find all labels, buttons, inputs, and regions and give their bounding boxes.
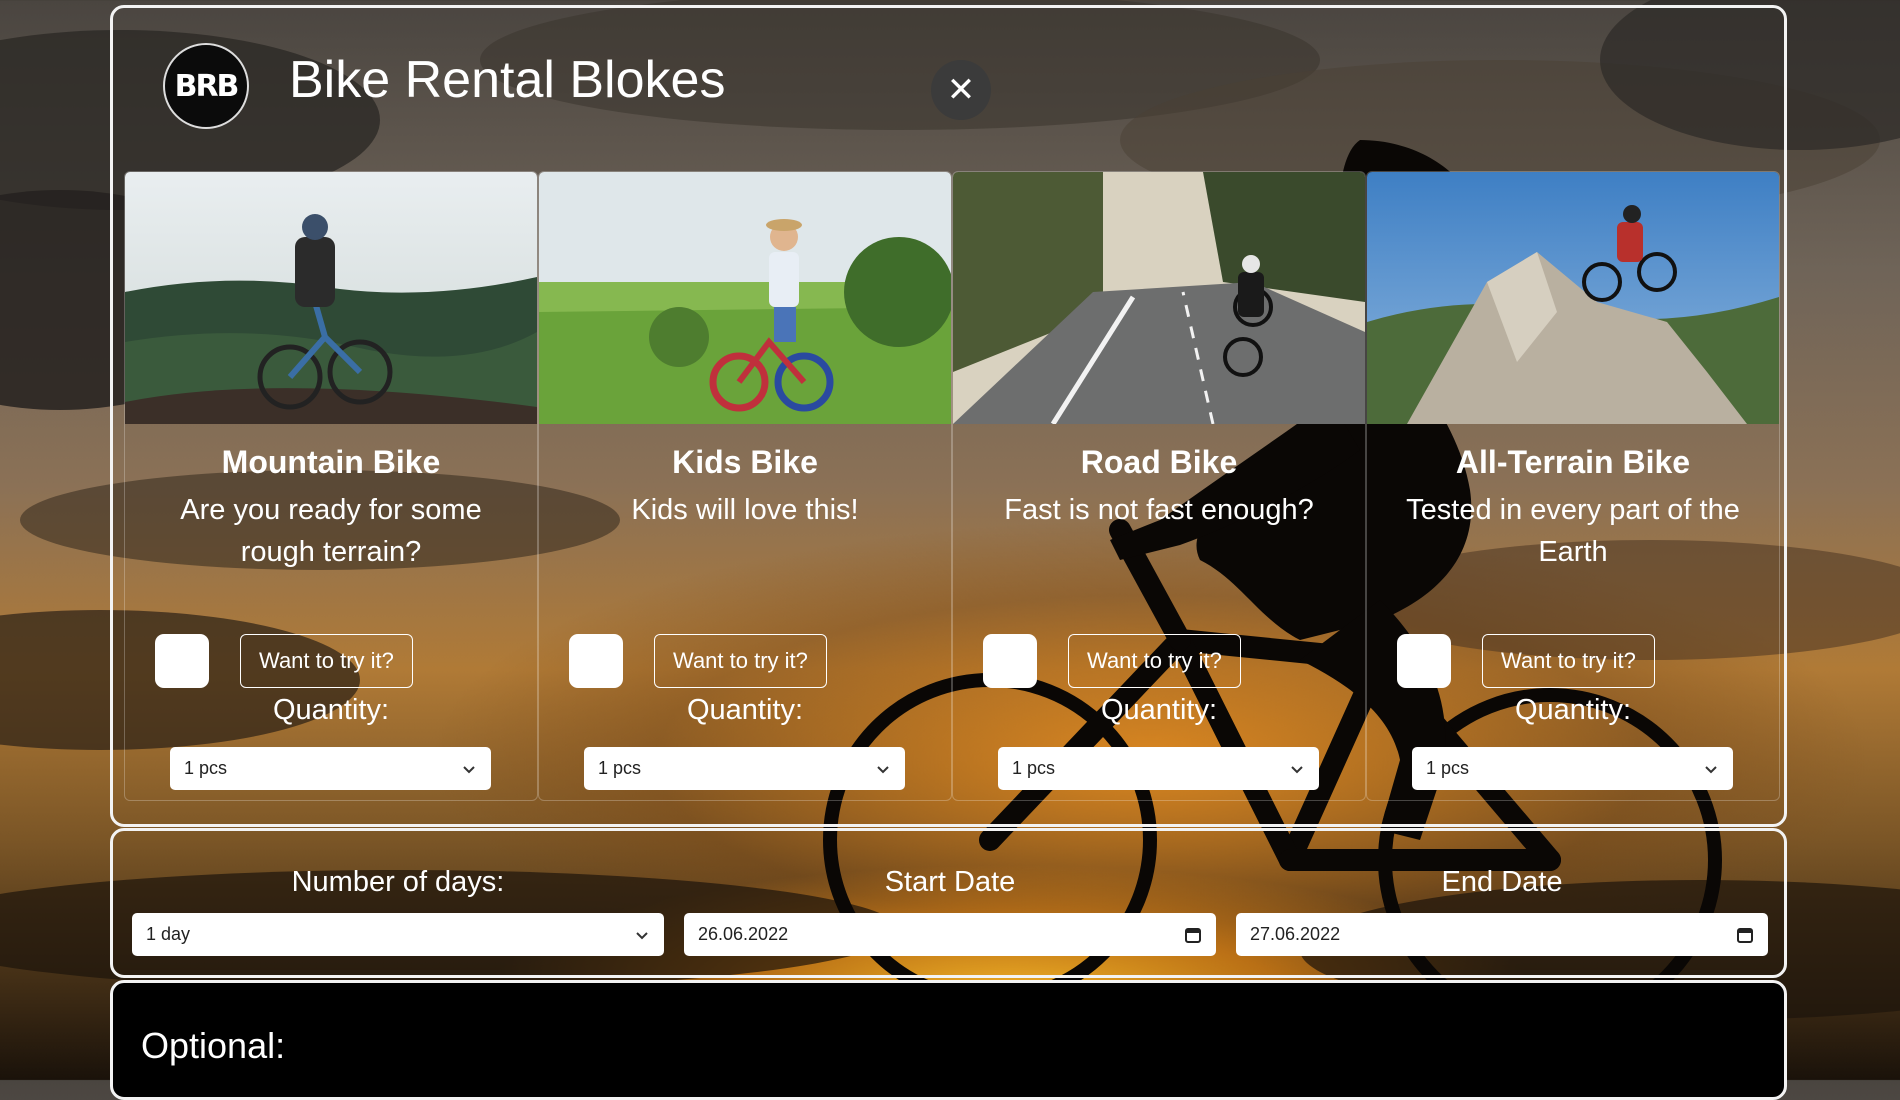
quantity-label: Quantity: — [1100, 694, 1218, 726]
chevron-down-icon — [1291, 765, 1303, 773]
bike-controls: Want to try it? — [983, 634, 1241, 688]
end-date-value: 27.06.2022 — [1250, 924, 1341, 944]
bike-selection-panel: BRB Bike Rental Blokes ✕ Mountain Bike A… — [110, 5, 1787, 827]
chevron-down-icon — [1705, 765, 1717, 773]
close-icon: ✕ — [946, 71, 976, 109]
quantity-value: 1 pcs — [1012, 758, 1056, 778]
bike-card-road: Road Bike Fast is not fast enough? Want … — [952, 171, 1366, 801]
quantity-value: 1 pcs — [184, 758, 228, 778]
optional-title: Optional: — [141, 1025, 286, 1066]
kids-bike-image — [539, 172, 951, 424]
bike-title: Kids Bike — [672, 444, 818, 480]
select-checkbox[interactable] — [983, 634, 1037, 688]
bike-card-all-terrain: All-Terrain Bike Tested in every part of… — [1366, 171, 1780, 801]
bike-description: Kids will love this! — [631, 494, 859, 526]
rental-dates-panel: Number of days: 1 day Start Date 26.06.2… — [110, 828, 1787, 978]
bike-title: Mountain Bike — [221, 444, 441, 480]
start-date-label: Start Date — [884, 866, 1016, 898]
brand-logo: BRB — [163, 43, 249, 129]
select-checkbox[interactable] — [1397, 634, 1451, 688]
calendar-icon[interactable] — [1184, 926, 1202, 944]
quantity-select[interactable]: 1 pcs — [1412, 747, 1733, 790]
end-date-label: End Date — [1441, 866, 1563, 898]
quantity-value: 1 pcs — [1426, 758, 1470, 778]
quantity-label: Quantity: — [686, 694, 804, 726]
quantity-label: Quantity: — [272, 694, 390, 726]
mountain-bike-image — [125, 172, 537, 424]
end-date-input[interactable]: 27.06.2022 — [1236, 913, 1768, 956]
chevron-down-icon — [636, 931, 648, 939]
days-value: 1 day — [146, 924, 191, 944]
quantity-select[interactable]: 1 pcs — [170, 747, 491, 790]
calendar-icon[interactable] — [1736, 926, 1754, 944]
bike-cards: Mountain Bike Are you ready for some rou… — [124, 171, 1780, 801]
try-button[interactable]: Want to try it? — [1068, 634, 1241, 688]
all-terrain-bike-image — [1367, 172, 1779, 424]
close-button[interactable]: ✕ — [931, 60, 991, 120]
try-button[interactable]: Want to try it? — [240, 634, 413, 688]
bike-title: All-Terrain Bike — [1455, 444, 1691, 480]
bike-description: Fast is not fast enough? — [1004, 494, 1314, 526]
start-date-value: 26.06.2022 — [698, 924, 789, 944]
try-button[interactable]: Want to try it? — [654, 634, 827, 688]
quantity-value: 1 pcs — [598, 758, 642, 778]
chevron-down-icon — [463, 765, 475, 773]
bike-controls: Want to try it? — [155, 634, 413, 688]
road-bike-image — [953, 172, 1365, 424]
days-label: Number of days: — [291, 866, 505, 898]
quantity-label: Quantity: — [1514, 694, 1632, 726]
bike-controls: Want to try it? — [1397, 634, 1655, 688]
bike-title: Road Bike — [1080, 444, 1238, 480]
select-checkbox[interactable] — [155, 634, 209, 688]
try-button[interactable]: Want to try it? — [1482, 634, 1655, 688]
days-select[interactable]: 1 day — [132, 913, 664, 956]
bike-controls: Want to try it? — [569, 634, 827, 688]
bike-description: Are you ready for some rough terrain? — [180, 494, 482, 568]
chevron-down-icon — [877, 765, 889, 773]
bike-card-mountain: Mountain Bike Are you ready for some rou… — [124, 171, 538, 801]
quantity-select[interactable]: 1 pcs — [998, 747, 1319, 790]
quantity-select[interactable]: 1 pcs — [584, 747, 905, 790]
app-title: Bike Rental Blokes — [289, 51, 726, 109]
start-date-input[interactable]: 26.06.2022 — [684, 913, 1216, 956]
optional-panel: Optional: — [110, 980, 1787, 1100]
select-checkbox[interactable] — [569, 634, 623, 688]
bike-description: Tested in every part of the Earth — [1406, 494, 1740, 568]
bike-card-kids: Kids Bike Kids will love this! Want to t… — [538, 171, 952, 801]
